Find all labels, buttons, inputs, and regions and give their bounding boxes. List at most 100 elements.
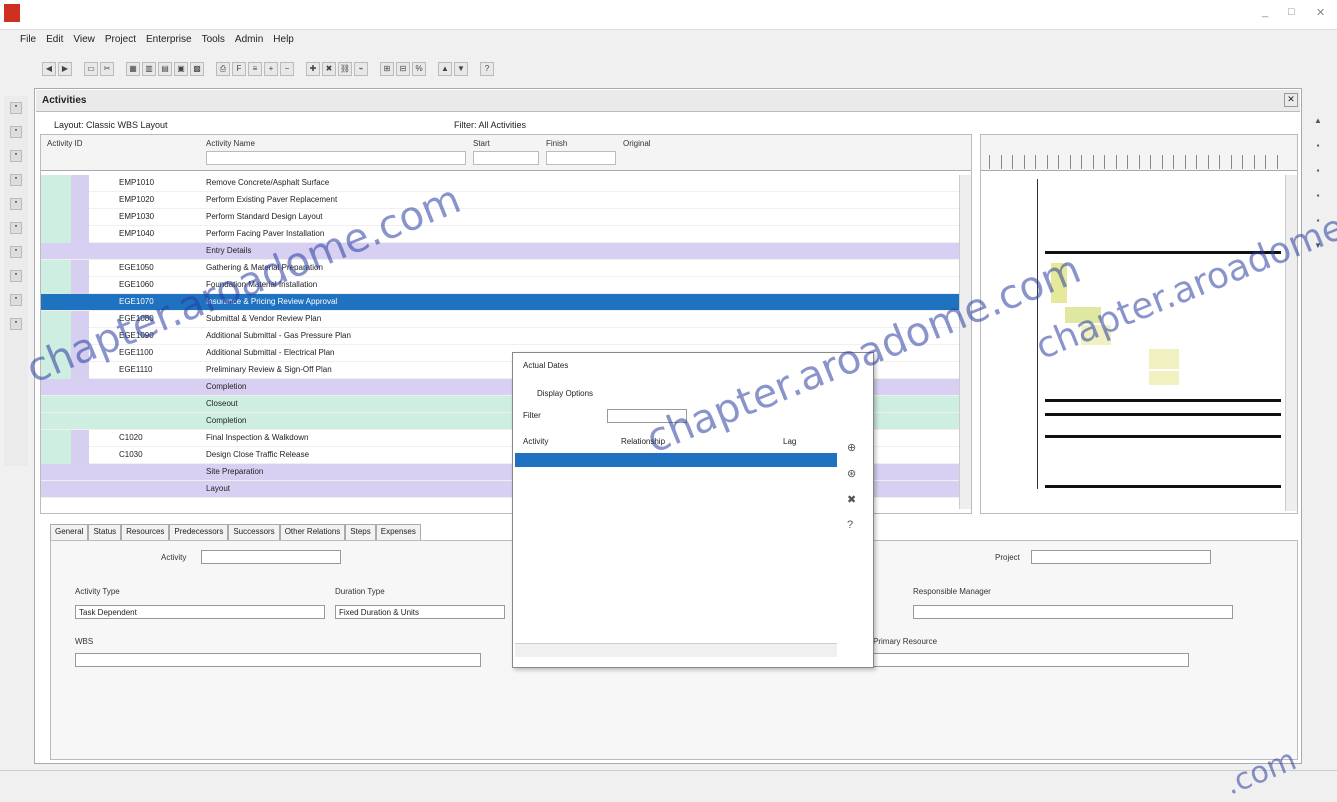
table-row[interactable]: EMP1010 Remove Concrete/Asphalt Surface (41, 175, 971, 192)
panel-close-icon[interactable]: ✕ (1284, 93, 1298, 107)
tab-general[interactable]: General (50, 524, 89, 540)
print-icon[interactable]: ⎙ (216, 62, 230, 76)
layout-label[interactable]: Layout: Classic WBS Layout (54, 120, 168, 130)
delete-activity-icon[interactable]: ✖ (322, 62, 336, 76)
popup-option-1[interactable]: Actual Dates (523, 361, 568, 370)
popup-filter-select[interactable] (607, 409, 687, 423)
primary-resource-field[interactable] (873, 653, 1189, 667)
gantt-activity-bar[interactable] (1051, 263, 1067, 303)
columns-icon[interactable]: ▥ (142, 62, 156, 76)
gantt-activity-bar[interactable] (1081, 325, 1111, 345)
popup-scrollbar[interactable] (515, 643, 837, 657)
group-icon[interactable]: ▣ (174, 62, 188, 76)
panel-icon-2[interactable]: ▪ (1317, 166, 1320, 175)
gantt-summary-bar[interactable] (1045, 435, 1281, 438)
tab-resources[interactable]: Resources (121, 524, 170, 540)
table-row[interactable]: EGE1090 Additional Submittal - Gas Pressu… (41, 328, 971, 345)
link-icon[interactable]: ⛓ (338, 62, 352, 76)
popup-option-2[interactable]: Display Options (537, 389, 593, 398)
menu-view[interactable]: View (73, 34, 95, 50)
tab-steps[interactable]: Steps (345, 524, 376, 540)
sort-icon[interactable]: ▩ (190, 62, 204, 76)
expand-icon[interactable]: ⊞ (380, 62, 394, 76)
gantt-summary-bar[interactable] (1045, 413, 1281, 416)
start-filter-field[interactable] (473, 151, 539, 165)
add-activity-icon[interactable]: ✚ (306, 62, 320, 76)
col-activity-id[interactable]: Activity ID (47, 139, 83, 148)
open-icon[interactable]: ▭ (84, 62, 98, 76)
close-icon[interactable]: ✕ (1316, 6, 1325, 19)
risks-icon[interactable]: ▪ (10, 270, 22, 282)
layout-icon[interactable]: ▦ (126, 62, 140, 76)
resources-icon[interactable]: ▪ (10, 198, 22, 210)
popup-delete-icon[interactable]: ✖ (847, 493, 856, 506)
projects-icon[interactable]: ▪ (10, 102, 22, 114)
filter-label[interactable]: Filter: All Activities (454, 120, 526, 130)
menu-help[interactable]: Help (273, 34, 294, 50)
col-original[interactable]: Original (623, 139, 651, 148)
down-icon[interactable]: ▼ (454, 62, 468, 76)
menu-tools[interactable]: Tools (202, 34, 225, 50)
popup-add-icon[interactable]: ⊕ (847, 441, 856, 454)
col-start[interactable]: Start (473, 139, 490, 148)
table-scrollbar[interactable] (959, 175, 971, 509)
menu-edit[interactable]: Edit (46, 34, 63, 50)
popup-help-icon[interactable]: ? (847, 519, 853, 531)
popup-col-lag[interactable]: Lag (783, 437, 796, 446)
gantt-summary-bar[interactable] (1045, 485, 1281, 488)
forward-icon[interactable]: ▶ (58, 62, 72, 76)
gantt-summary-bar[interactable] (1045, 399, 1281, 402)
menu-project[interactable]: Project (105, 34, 136, 50)
table-row[interactable]: EMP1020 Perform Existing Paver Replacemen… (41, 192, 971, 209)
help-icon[interactable]: ? (480, 62, 494, 76)
popup-col-relationship[interactable]: Relationship (621, 437, 665, 446)
popup-selected-row[interactable] (515, 453, 837, 467)
panel-icon-1[interactable]: ▪ (1317, 141, 1320, 150)
zoom-out-icon[interactable]: − (280, 62, 294, 76)
col-finish[interactable]: Finish (546, 139, 567, 148)
panel-up-icon[interactable]: ▲ (1314, 116, 1322, 125)
schedule-icon[interactable]: F (232, 62, 246, 76)
unlink-icon[interactable]: ⌁ (354, 62, 368, 76)
table-row[interactable]: EGE1070 Insurance & Pricing Review Approv… (41, 294, 971, 311)
reports-icon[interactable]: ▪ (10, 294, 22, 306)
minimize-icon[interactable]: _ (1262, 6, 1268, 18)
filter-icon[interactable]: ▤ (158, 62, 172, 76)
tab-expenses[interactable]: Expenses (375, 524, 421, 540)
gantt-scrollbar[interactable] (1285, 175, 1297, 511)
menu-file[interactable]: File (20, 34, 36, 50)
cut-icon[interactable]: ✂ (100, 62, 114, 76)
popup-col-activity[interactable]: Activity (523, 437, 548, 446)
tab-predecessors[interactable]: Predecessors (169, 524, 229, 540)
gantt-summary-bar[interactable] (1045, 251, 1281, 254)
panel-icon-4[interactable]: ▪ (1317, 216, 1320, 225)
wbs-icon[interactable]: ▪ (10, 126, 22, 138)
gantt-activity-bar[interactable] (1149, 349, 1179, 369)
table-row[interactable]: EGE1050 Gathering & Material Preparation (41, 260, 971, 277)
level-icon[interactable]: ≡ (248, 62, 262, 76)
progress-icon[interactable]: % (412, 62, 426, 76)
gantt-activity-bar[interactable] (1065, 307, 1101, 323)
name-filter-field[interactable] (206, 151, 466, 165)
finish-filter-field[interactable] (546, 151, 616, 165)
table-row[interactable]: EMP1040 Perform Facing Paver Installation (41, 226, 971, 243)
menu-admin[interactable]: Admin (235, 34, 263, 50)
tab-successors[interactable]: Successors (228, 524, 280, 540)
popup-assign-icon[interactable]: ⊛ (847, 467, 856, 480)
project-field[interactable] (1031, 550, 1211, 564)
col-activity-name[interactable]: Activity Name (206, 139, 255, 148)
assignments-icon[interactable]: ▪ (10, 174, 22, 186)
up-icon[interactable]: ▲ (438, 62, 452, 76)
maximize-icon[interactable]: □ (1288, 6, 1295, 18)
documents-icon[interactable]: ▪ (10, 318, 22, 330)
panel-icon-3[interactable]: ▪ (1317, 191, 1320, 200)
zoom-in-icon[interactable]: + (264, 62, 278, 76)
activity-field[interactable] (201, 550, 341, 564)
tracking-icon[interactable]: ▪ (10, 222, 22, 234)
tab-other-relations[interactable]: Other Relations (279, 524, 346, 540)
panel-down-icon[interactable]: ▼ (1314, 241, 1322, 250)
collapse-icon[interactable]: ⊟ (396, 62, 410, 76)
table-row[interactable]: Entry Details (41, 243, 971, 260)
table-row[interactable]: EGE1060 Foundation Material Installation (41, 277, 971, 294)
activity-type-select[interactable]: Task Dependent (75, 605, 325, 619)
